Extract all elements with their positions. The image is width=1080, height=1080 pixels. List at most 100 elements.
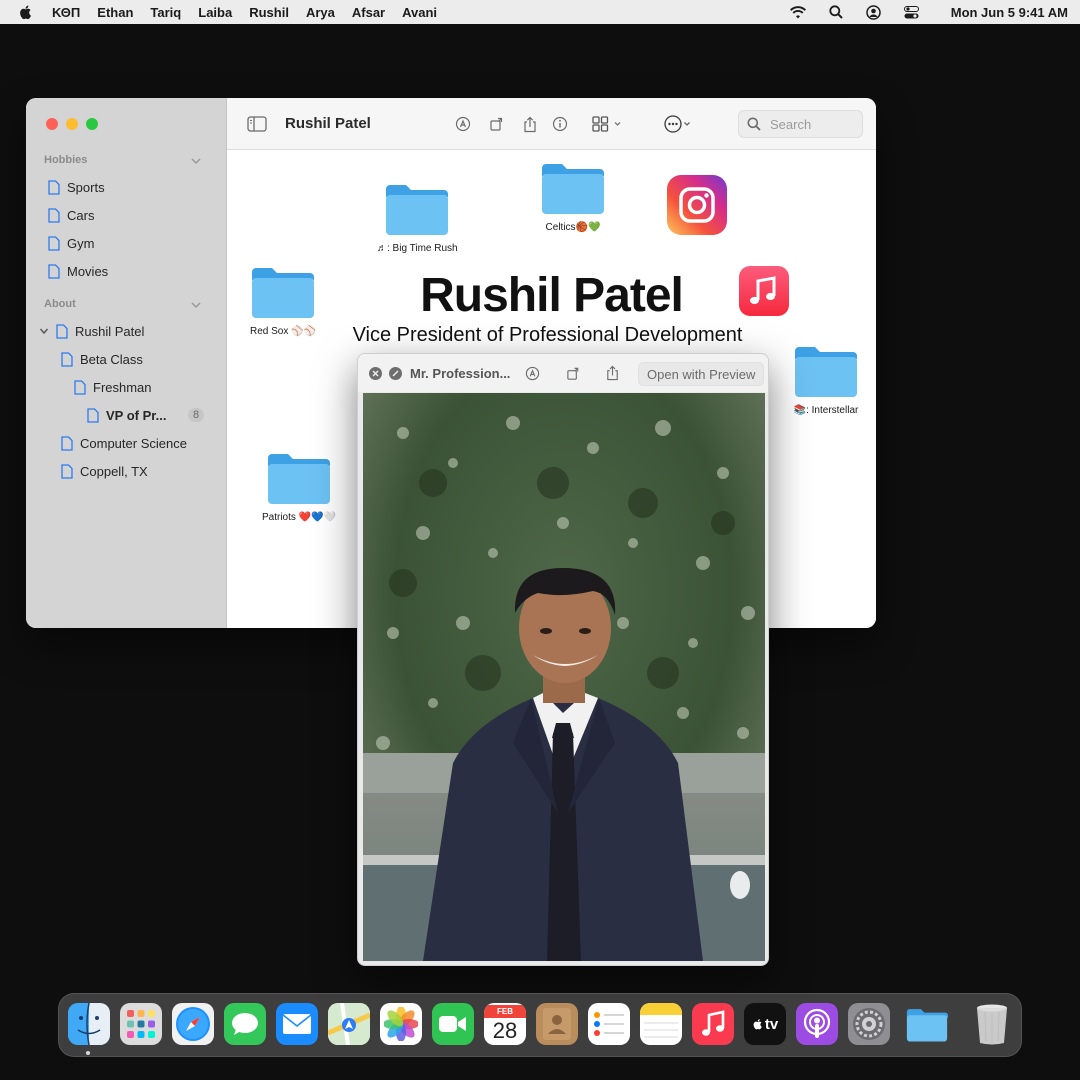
quick-look-toolbar: Mr. Profession... Open with Preview <box>358 354 768 392</box>
apple-menu-icon[interactable] <box>18 4 34 20</box>
more-options-icon[interactable] <box>664 114 694 134</box>
sidebar-item-label: Beta Class <box>80 351 143 367</box>
document-icon <box>74 379 86 395</box>
search-icon <box>747 117 761 131</box>
markup-icon[interactable] <box>453 114 473 134</box>
menu-item-rushil[interactable]: Rushil <box>249 5 289 20</box>
document-icon <box>48 263 60 279</box>
sidebar-section-hobbies[interactable]: Hobbies <box>44 154 87 166</box>
menu-item-tariq[interactable]: Tariq <box>150 5 181 20</box>
sidebar-section-about[interactable]: About <box>44 298 76 310</box>
messages-dock-icon[interactable] <box>224 1003 266 1045</box>
share-icon[interactable] <box>604 365 620 381</box>
sidebar-item-vp-professional-development[interactable]: VP of Pr... 8 <box>87 404 207 426</box>
menu-item-afsar[interactable]: Afsar <box>352 5 385 20</box>
sidebar-item-cars[interactable]: Cars <box>48 204 94 226</box>
finder-toolbar: Rushil Patel Search <box>227 98 876 150</box>
chevron-down-icon[interactable] <box>190 155 202 167</box>
photos-dock-icon[interactable] <box>380 1003 422 1045</box>
folder-icon <box>795 347 857 397</box>
quick-look-fullscreen-icon[interactable] <box>389 367 402 380</box>
folder-patriots[interactable]: Patriots ❤️💙🤍 <box>262 450 336 523</box>
tv-label: tv <box>764 1015 779 1033</box>
menu-item-laiba[interactable]: Laiba <box>198 5 232 20</box>
sidebar-item-label: VP of Pr... <box>106 407 167 423</box>
instagram-app-icon[interactable] <box>667 175 727 235</box>
folder-icon <box>542 164 604 214</box>
sidebar-item-label: Movies <box>67 263 109 279</box>
zoom-button[interactable] <box>86 118 98 130</box>
system-settings-dock-icon[interactable] <box>848 1003 890 1045</box>
sidebar-item-sports[interactable]: Sports <box>48 176 105 198</box>
search-placeholder: Search <box>770 116 812 132</box>
menu-item-kthp[interactable]: ΚΘΠ <box>52 5 80 20</box>
window-title: Rushil Patel <box>285 115 371 132</box>
markup-icon[interactable] <box>524 365 540 381</box>
status-area: Mon Jun 5 9:41 AM <box>789 0 1080 24</box>
sidebar-item-label: Coppell, TX <box>80 463 148 479</box>
rotate-icon[interactable] <box>487 114 507 134</box>
trash-dock-icon[interactable] <box>971 1003 1013 1045</box>
share-icon[interactable] <box>520 114 540 134</box>
sidebar-item-label: Cars <box>67 207 95 223</box>
maps-dock-icon[interactable] <box>328 1003 370 1045</box>
close-button[interactable] <box>46 118 58 130</box>
sidebar-item-label: Computer Science <box>80 435 187 451</box>
quick-look-close-icon[interactable] <box>369 367 382 380</box>
spotlight-search-icon[interactable] <box>827 3 845 21</box>
folder-celtics[interactable]: Celtics🏀💚 <box>540 160 606 233</box>
folder-label: ♬: Big Time Rush <box>377 243 458 254</box>
podcasts-dock-icon[interactable] <box>796 1003 838 1045</box>
control-center-icon[interactable] <box>903 3 921 21</box>
contacts-dock-icon[interactable] <box>536 1003 578 1045</box>
view-options-icon[interactable] <box>591 114 627 134</box>
document-icon <box>48 207 60 223</box>
document-icon <box>48 235 60 251</box>
finder-dock-icon[interactable] <box>68 1003 110 1045</box>
menu-item-ethan[interactable]: Ethan <box>97 5 133 20</box>
facetime-dock-icon[interactable] <box>432 1003 474 1045</box>
calendar-dock-icon[interactable]: FEB 28 <box>484 1003 526 1045</box>
sidebar-item-label: Freshman <box>93 379 152 395</box>
sidebar-item-coppell-tx[interactable]: Coppell, TX <box>61 460 148 482</box>
folder-big-time-rush[interactable]: ♬: Big Time Rush <box>377 181 458 254</box>
menu-item-avani[interactable]: Avani <box>402 5 437 20</box>
apple-tv-dock-icon[interactable]: tv <box>744 1003 786 1045</box>
user-account-icon[interactable] <box>865 3 883 21</box>
calendar-month: FEB <box>484 1004 526 1018</box>
downloads-folder-dock-icon[interactable] <box>906 1003 948 1045</box>
menu-item-arya[interactable]: Arya <box>306 5 335 20</box>
sidebar-item-beta-class[interactable]: Beta Class <box>61 348 143 370</box>
open-with-preview-button[interactable]: Open with Preview <box>638 362 765 386</box>
finder-sidebar: Hobbies Sports Cars Gym Movies About Rus… <box>26 98 227 628</box>
sidebar-toggle-icon[interactable] <box>247 114 267 134</box>
finder-running-indicator <box>86 1051 90 1055</box>
info-icon[interactable] <box>550 114 570 134</box>
quick-look-window: Mr. Profession... Open with Preview <box>357 353 769 966</box>
mail-dock-icon[interactable] <box>276 1003 318 1045</box>
search-field[interactable]: Search <box>738 110 863 138</box>
wifi-icon[interactable] <box>789 3 807 21</box>
music-dock-icon[interactable] <box>692 1003 734 1045</box>
profile-subtitle: Vice President of Professional Developme… <box>352 324 743 346</box>
disclosure-triangle-icon[interactable] <box>39 326 49 336</box>
rotate-icon[interactable] <box>565 365 581 381</box>
sidebar-item-computer-science[interactable]: Computer Science <box>61 432 187 454</box>
sidebar-item-label: Gym <box>67 235 95 251</box>
document-icon <box>87 407 99 423</box>
instagram-icon <box>667 175 727 235</box>
calendar-day: 28 <box>492 1017 518 1043</box>
chevron-down-icon[interactable] <box>190 299 202 311</box>
document-icon <box>61 463 73 479</box>
folder-interstellar[interactable]: 📚: Interstellar <box>793 343 859 416</box>
reminders-dock-icon[interactable] <box>588 1003 630 1045</box>
sidebar-item-gym[interactable]: Gym <box>48 232 94 254</box>
sidebar-item-freshman[interactable]: Freshman <box>74 376 152 398</box>
safari-dock-icon[interactable] <box>172 1003 214 1045</box>
sidebar-item-rushil-patel[interactable]: Rushil Patel <box>56 320 144 342</box>
minimize-button[interactable] <box>66 118 78 130</box>
launchpad-dock-icon[interactable] <box>120 1003 162 1045</box>
notes-dock-icon[interactable] <box>640 1003 682 1045</box>
sidebar-item-movies[interactable]: Movies <box>48 260 108 282</box>
menu-bar-clock[interactable]: Mon Jun 5 9:41 AM <box>951 5 1068 20</box>
